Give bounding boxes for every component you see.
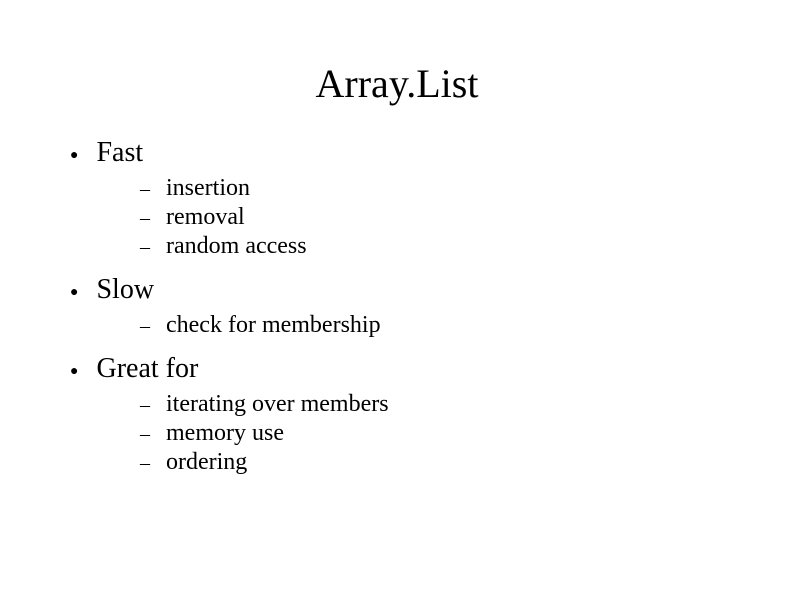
sub-list: – check for membership bbox=[70, 312, 734, 339]
sub-list: – iterating over members – memory use – … bbox=[70, 391, 734, 476]
list-item: – insertion bbox=[140, 175, 734, 202]
slide-title: Array.List bbox=[60, 60, 734, 107]
list-item: – iterating over members bbox=[140, 391, 734, 418]
dash-icon: – bbox=[140, 236, 150, 259]
sub-item-text: insertion bbox=[166, 175, 250, 202]
list-item: – random access bbox=[140, 233, 734, 260]
section-label: Fast bbox=[96, 137, 143, 169]
list-item: – check for membership bbox=[140, 312, 734, 339]
sub-item-text: ordering bbox=[166, 449, 247, 476]
list-item: ● Fast bbox=[70, 137, 734, 169]
sub-item-text: iterating over members bbox=[166, 391, 389, 418]
list-item: ● Slow bbox=[70, 274, 734, 306]
list-item: – memory use bbox=[140, 420, 734, 447]
bullet-icon: ● bbox=[70, 148, 78, 164]
sub-item-text: removal bbox=[166, 204, 245, 231]
dash-icon: – bbox=[140, 178, 150, 201]
dash-icon: – bbox=[140, 315, 150, 338]
dash-icon: – bbox=[140, 207, 150, 230]
dash-icon: – bbox=[140, 423, 150, 446]
list-item: – ordering bbox=[140, 449, 734, 476]
slide-content: ● Fast – insertion – removal – random ac… bbox=[60, 137, 734, 476]
dash-icon: – bbox=[140, 452, 150, 475]
section-label: Great for bbox=[96, 353, 198, 385]
bullet-icon: ● bbox=[70, 364, 78, 380]
dash-icon: – bbox=[140, 394, 150, 417]
sub-list: – insertion – removal – random access bbox=[70, 175, 734, 260]
bullet-icon: ● bbox=[70, 285, 78, 301]
sub-item-text: memory use bbox=[166, 420, 284, 447]
sub-item-text: check for membership bbox=[166, 312, 381, 339]
section-label: Slow bbox=[96, 274, 154, 306]
sub-item-text: random access bbox=[166, 233, 307, 260]
list-item: – removal bbox=[140, 204, 734, 231]
slide: Array.List ● Fast – insertion – removal … bbox=[0, 0, 794, 595]
list-item: ● Great for bbox=[70, 353, 734, 385]
